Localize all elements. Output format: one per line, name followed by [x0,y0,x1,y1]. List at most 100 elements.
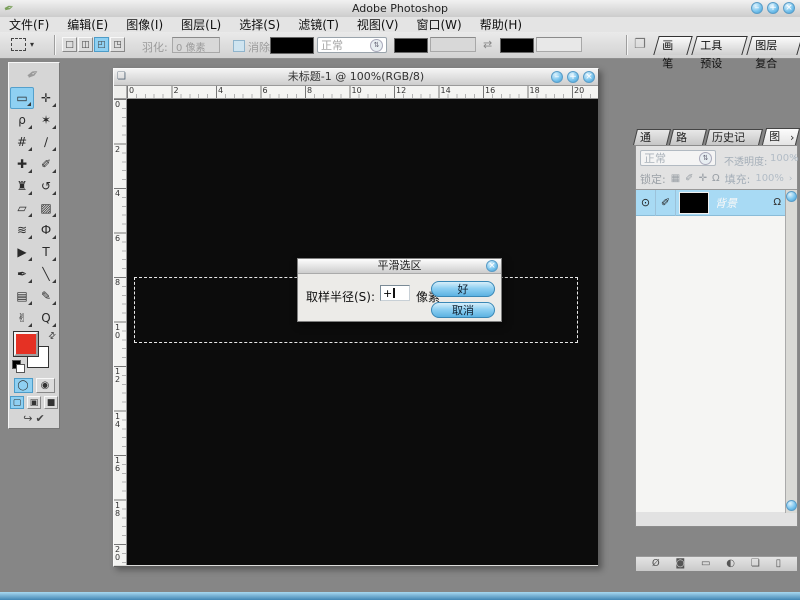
blend-mode-dropdown[interactable]: 正常 ⇅ [317,37,387,53]
sample-radius-input[interactable]: + [380,285,410,301]
close-button[interactable]: × [583,71,595,83]
quick-mask-mode-button[interactable]: ◉ [36,378,55,393]
slice-tool[interactable]: ∕ [34,131,58,153]
eraser-tool[interactable]: ▱ [10,197,34,219]
adjustment-layer-icon[interactable]: ◐ [726,559,735,569]
menu-item[interactable]: 编辑(E) [58,18,117,32]
panel-tab[interactable]: 通道 [633,129,671,145]
lock-position-icon[interactable]: ✛ [699,173,707,184]
layer-name[interactable]: 背景 [715,195,773,211]
line-tool[interactable]: ╲ [34,263,58,285]
new-layer-icon[interactable]: ❏ [751,559,760,569]
scroll-up-button[interactable] [786,191,797,202]
scroll-down-button[interactable] [786,500,797,511]
swap-arrows-icon[interactable]: ⇄ [483,38,492,51]
magic-wand-tool[interactable]: ✶ [34,109,58,131]
maximize-button[interactable]: + [767,2,779,14]
menu-item[interactable]: 视图(V) [348,18,408,32]
color-swatch[interactable] [500,38,534,53]
dodge-tool[interactable]: Ф [34,219,58,241]
palette-well-tab[interactable]: 画笔 [653,36,693,55]
clone-stamp-tool[interactable]: ♜ [10,175,34,197]
intersect-selection-button[interactable]: ◳ [110,37,125,52]
lasso-tool[interactable]: ρ [10,109,34,131]
lock-paint-icon[interactable]: ✐ [685,173,693,184]
healing-brush-tool[interactable]: ✚ [10,153,34,175]
ruler-number: 6 [114,233,123,278]
layer-thumbnail[interactable] [679,192,709,214]
delete-layer-icon[interactable]: ▯ [776,559,782,569]
brush-tool[interactable]: ✐ [34,153,58,175]
brush-file-icon[interactable]: ❐ [634,37,646,52]
move-tool[interactable]: ✛ [34,87,58,109]
rectangular-marquee-tool[interactable]: ▭ [10,87,34,109]
dialog-title-bar[interactable]: 平滑选区 × [298,259,501,274]
blur-tool[interactable]: ≋ [10,219,34,241]
add-to-selection-button[interactable]: ◫ [78,37,93,52]
full-screen-menubar-button[interactable]: ▣ [27,396,41,409]
document-title-bar[interactable]: 未标题-1 @ 100%(RGB/8) ❏ – + × [114,69,598,86]
notes-tool[interactable]: ▤ [10,285,34,307]
new-group-icon[interactable]: ▭ [701,559,710,569]
menu-item[interactable]: 图像(I) [117,18,172,32]
path-selection-tool[interactable]: ▶ [10,241,34,263]
layer-row-background[interactable]: ⊙ ✐ 背景 Ω [636,190,785,216]
lock-transparency-icon[interactable]: ▦ [671,173,680,184]
panel-scrollbar[interactable] [785,190,797,513]
pen-tool[interactable]: ✒ [10,263,34,285]
history-brush-tool[interactable]: ↺ [34,175,58,197]
value-field[interactable] [430,37,476,52]
menu-item[interactable]: 帮助(H) [471,18,531,32]
menu-item[interactable]: 选择(S) [230,18,289,32]
menu-item[interactable]: 滤镜(T) [289,18,348,32]
tool-preset-picker[interactable]: ▾ [8,36,43,53]
visibility-eye-icon[interactable]: ⊙ [636,190,656,216]
panel-tab[interactable]: 路径 [669,129,707,145]
check-icon[interactable]: ✔ [36,412,45,425]
palette-well-tab[interactable]: 图层复合 [746,36,800,55]
color-swatch[interactable] [270,37,314,54]
type-tool[interactable]: T [34,241,58,263]
vertical-ruler[interactable]: 02468101214161820 [114,99,127,565]
dialog-close-icon[interactable]: × [486,260,498,272]
ok-button[interactable]: 好 [431,281,495,297]
lock-all-icon[interactable]: Ω [712,173,720,184]
default-colors-icon[interactable] [12,360,24,372]
color-swatch[interactable] [394,38,428,53]
new-selection-button[interactable]: □ [62,37,77,52]
antialias-checkbox[interactable] [233,40,245,52]
subtract-from-selection-button[interactable]: ◰ [94,37,109,52]
full-screen-button[interactable]: ■ [44,396,58,409]
panel-tab[interactable]: 历史记录 [705,129,763,145]
tab-overflow-arrow-icon[interactable]: › [788,130,794,145]
canvas[interactable] [127,99,598,565]
value-field[interactable] [536,37,582,52]
fill-value[interactable]: 100% [755,173,784,184]
menu-item[interactable]: 图层(L) [172,18,230,32]
zoom-tool[interactable]: Q [34,307,58,329]
standard-screen-button[interactable]: ▢ [10,396,24,409]
eyedropper-tool[interactable]: ✎ [34,285,58,307]
minimize-button[interactable]: – [551,71,563,83]
foreground-color-swatch[interactable] [14,332,38,356]
standard-mode-button[interactable]: ◯ [14,378,33,393]
close-button[interactable]: × [783,2,795,14]
layer-mask-icon[interactable]: ◙ [676,559,686,569]
palette-well-tab[interactable]: 工具预设 [692,36,748,55]
app-title-bar[interactable]: Adobe Photoshop ✒ – + × [0,0,800,18]
swap-colors-icon[interactable]: ⇄ [47,330,59,342]
minimize-button[interactable]: – [751,2,763,14]
cancel-button[interactable]: 取消 [431,302,495,318]
layer-style-icon[interactable]: Ø [652,559,660,569]
feather-field[interactable]: 0 像素 [172,37,220,53]
horizontal-ruler[interactable]: 02468101214161820 [127,86,598,99]
crop-tool[interactable]: # [10,131,34,153]
hand-tool[interactable]: ✌ [10,307,34,329]
stepper-icon[interactable]: ⇅ [370,39,383,52]
imageready-jump-icon[interactable]: ↪ [23,412,32,425]
menu-item[interactable]: 文件(F) [0,18,58,32]
layer-blend-mode-dropdown[interactable]: 正常 ⇅ [640,150,716,166]
menu-item[interactable]: 窗口(W) [407,18,470,32]
maximize-button[interactable]: + [567,71,579,83]
gradient-tool[interactable]: ▨ [34,197,58,219]
